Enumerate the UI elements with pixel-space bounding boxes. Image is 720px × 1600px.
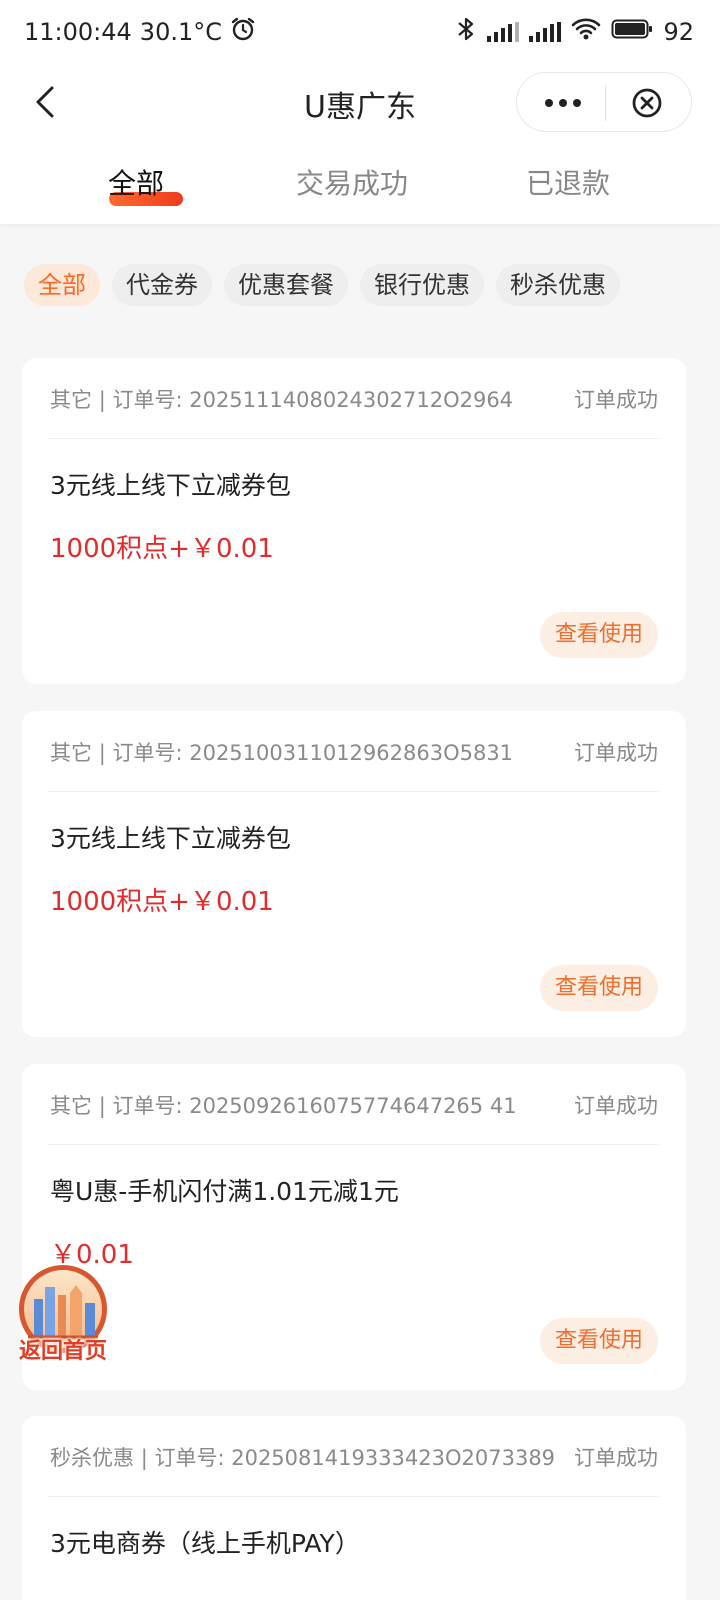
separator: | — [98, 388, 113, 412]
product-name[interactable]: 3元电商券（线上手机PAY） — [50, 1524, 360, 1560]
battery-icon — [611, 18, 653, 46]
divider — [48, 791, 660, 792]
tab-success[interactable]: 交易成功 — [262, 162, 442, 202]
product-name[interactable]: 3元线上线下立减券包 — [50, 819, 291, 855]
order-card: 其它 | 订单号: 2025111408024302712O2964 订单成功 … — [22, 358, 686, 684]
mini-program-capsule — [516, 72, 692, 132]
battery-level: 92 — [663, 18, 694, 46]
order-no-label: 订单号: — [112, 1094, 183, 1118]
status-tabs: 全部 交易成功 已退款 — [0, 142, 720, 224]
nav-bar: U惠广东 — [0, 62, 720, 142]
view-use-button[interactable]: 查看使用 — [540, 612, 658, 658]
temperature: 30.1°C — [139, 18, 222, 46]
order-status: 订单成功 — [574, 1094, 658, 1118]
order-category: 秒杀优惠 — [50, 1446, 134, 1470]
tab-refunded[interactable]: 已退款 — [478, 162, 658, 202]
order-header: 其它 | 订单号: 2025092616075774647265 41 订单成功 — [50, 1090, 658, 1122]
tab-all[interactable]: 全部 — [46, 162, 226, 206]
order-number: 2025100311012962863O5831 — [189, 741, 514, 765]
product-name[interactable]: 粤U惠-手机闪付满1.01元减1元 — [50, 1172, 399, 1208]
order-card: 秒杀优惠 | 订单号: 2025081419333423O2073389 订单成… — [22, 1416, 686, 1600]
chip-bank[interactable]: 银行优惠 — [360, 264, 484, 306]
chip-all[interactable]: 全部 — [24, 264, 100, 306]
order-number: 2025111408024302712O2964 — [189, 388, 514, 412]
order-category: 其它 — [50, 1094, 92, 1118]
order-no-label: 订单号: — [112, 741, 183, 765]
order-card: 其它 | 订单号: 2025092616075774647265 41 订单成功… — [22, 1064, 686, 1390]
chip-flash-sale[interactable]: 秒杀优惠 — [496, 264, 620, 306]
chip-package[interactable]: 优惠套餐 — [224, 264, 348, 306]
bluetooth-icon — [455, 16, 477, 48]
tab-label: 交易成功 — [295, 167, 408, 200]
order-number: 2025081419333423O2073389 — [231, 1446, 556, 1470]
close-icon[interactable] — [631, 87, 663, 119]
separator: | — [98, 741, 113, 765]
separator: | — [98, 1094, 113, 1118]
status-bar: 11:00:44 30.1°C 92 — [0, 0, 720, 62]
separator: | — [140, 1446, 155, 1470]
order-status: 订单成功 — [574, 741, 658, 765]
capsule-divider — [605, 85, 606, 121]
signal-icon — [487, 22, 520, 42]
divider — [48, 438, 660, 439]
order-card: 其它 | 订单号: 2025100311012962863O5831 订单成功 … — [22, 711, 686, 1037]
divider — [48, 1144, 660, 1145]
product-price: 1000积点+￥0.01 — [50, 534, 274, 564]
back-to-home-button[interactable]: 返回首页 — [14, 1265, 112, 1365]
order-status: 订单成功 — [574, 388, 658, 412]
order-no-label: 订单号: — [112, 388, 183, 412]
chip-voucher[interactable]: 代金券 — [112, 264, 212, 306]
alarm-icon — [230, 16, 256, 48]
order-category: 其它 — [50, 741, 92, 765]
back-to-home-label: 返回首页 — [18, 1339, 107, 1364]
wifi-icon — [571, 17, 601, 47]
tab-label: 已退款 — [525, 167, 610, 200]
view-use-button[interactable]: 查看使用 — [540, 1318, 658, 1364]
product-price: 1000积点+￥0.01 — [50, 887, 274, 917]
more-icon[interactable] — [543, 91, 583, 115]
order-category: 其它 — [50, 388, 92, 412]
order-header: 其它 | 订单号: 2025111408024302712O2964 订单成功 — [50, 384, 658, 416]
order-header: 秒杀优惠 | 订单号: 2025081419333423O2073389 订单成… — [50, 1442, 658, 1474]
order-no-label: 订单号: — [154, 1446, 225, 1470]
product-name[interactable]: 3元线上线下立减券包 — [50, 466, 291, 502]
order-number: 2025092616075774647265 41 — [189, 1094, 517, 1118]
divider — [48, 1496, 660, 1497]
category-chips: 全部 代金券 优惠套餐 银行优惠 秒杀优惠 — [24, 264, 620, 306]
signal-icon — [529, 22, 562, 42]
clock: 11:00:44 — [24, 18, 132, 46]
order-status: 订单成功 — [574, 1446, 658, 1470]
view-use-button[interactable]: 查看使用 — [540, 965, 658, 1011]
tab-label: 全部 — [107, 167, 164, 200]
order-header: 其它 | 订单号: 2025100311012962863O5831 订单成功 — [50, 737, 658, 769]
